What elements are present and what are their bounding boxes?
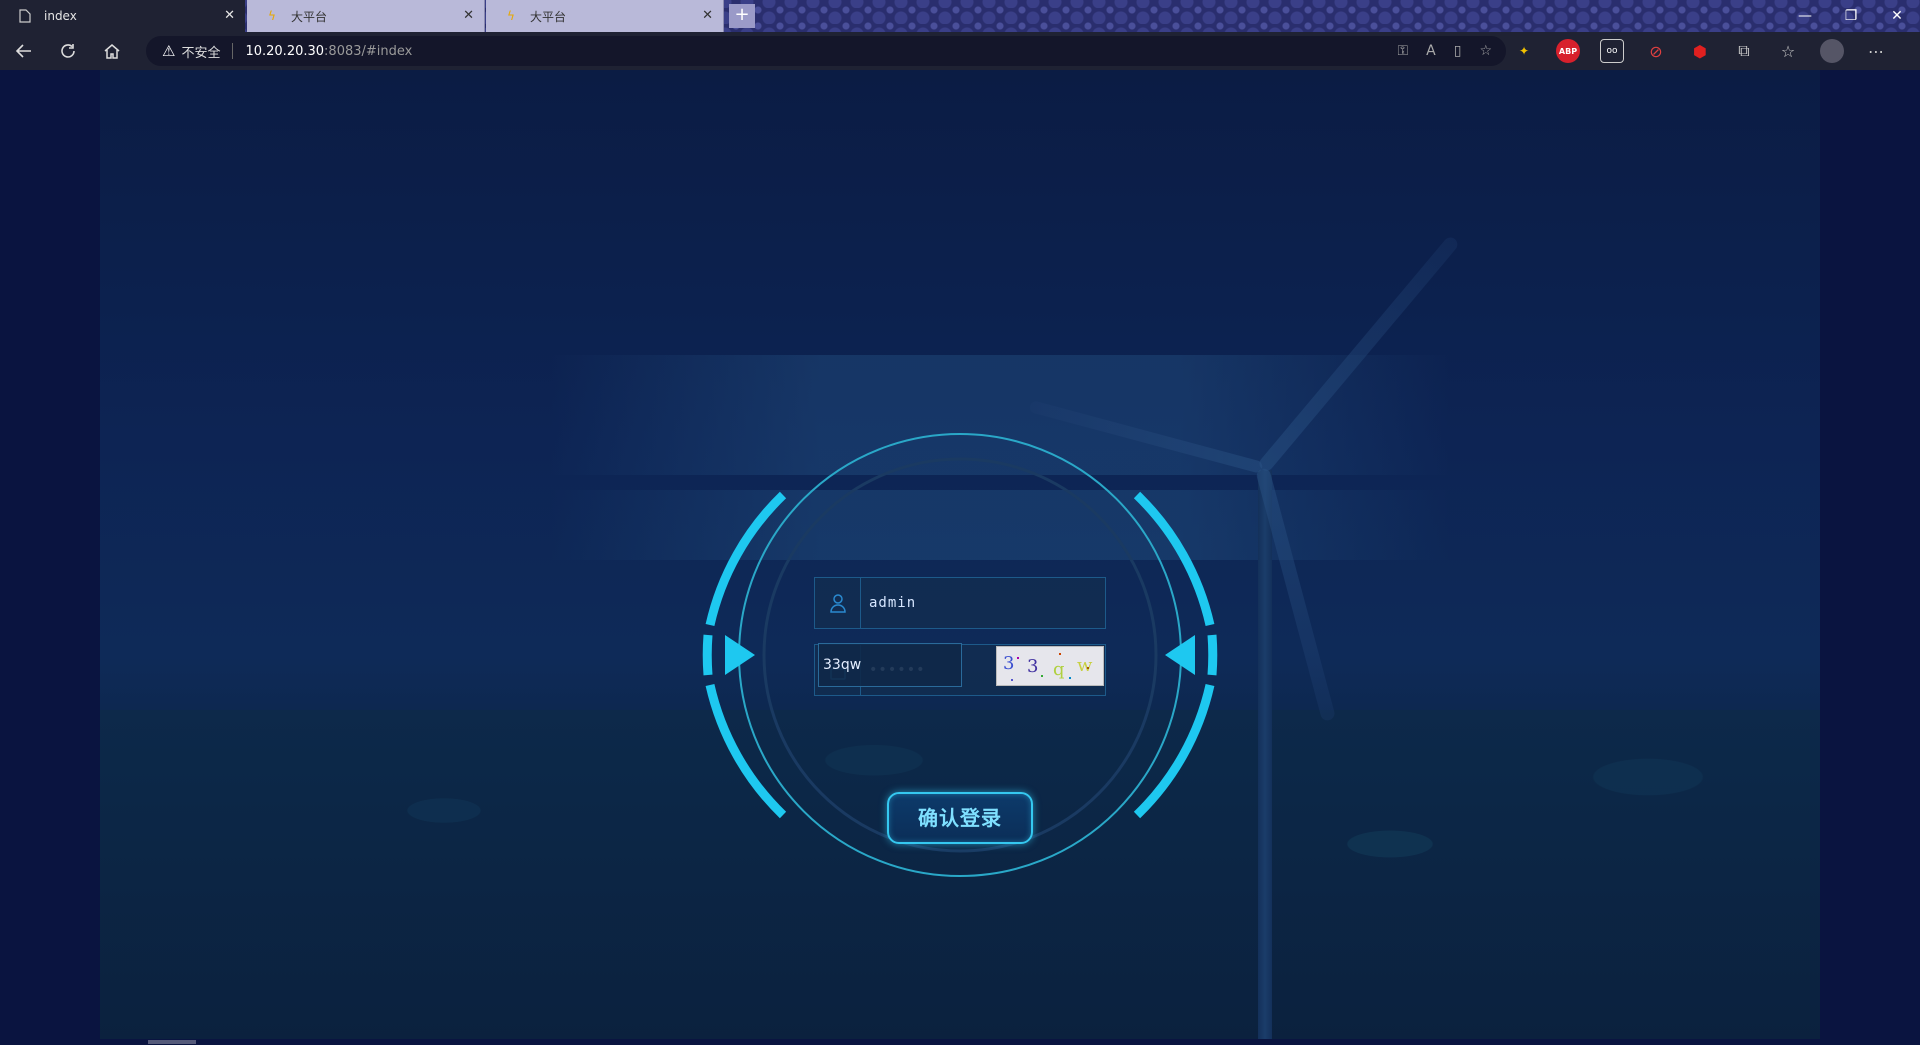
close-icon[interactable]: ✕	[463, 8, 474, 23]
url-path: :8083/#index	[324, 43, 413, 59]
tab-title: 大平台	[291, 9, 328, 24]
tab-index[interactable]: index ✕	[0, 0, 245, 32]
url-host: 10.20.20.30	[245, 43, 325, 59]
extension-block-icon[interactable]: ⊘	[1644, 39, 1668, 63]
scrollbar-thumb[interactable]	[148, 1040, 196, 1044]
captcha-char: 3	[1027, 656, 1039, 677]
back-icon[interactable]	[4, 35, 44, 67]
adblock-icon[interactable]: ABP	[1556, 39, 1580, 63]
restore-icon[interactable]: ❐	[1828, 0, 1874, 32]
user-icon	[815, 578, 861, 628]
home-icon[interactable]	[92, 35, 132, 67]
key-icon[interactable]: ⚿	[1397, 43, 1408, 59]
login-page: 3 3 q w 确认登录	[0, 70, 1920, 1045]
more-menu-icon[interactable]: ⋯	[1864, 39, 1888, 63]
close-icon[interactable]: ✕	[702, 8, 713, 23]
new-tab-button[interactable]: +	[729, 4, 755, 28]
captcha-input[interactable]	[818, 643, 962, 687]
extension-box-icon[interactable]: oo	[1600, 39, 1624, 63]
tab-platform-1[interactable]: ϟ 大平台 ✕	[247, 0, 485, 32]
reader-view-icon[interactable]: ▯	[1454, 43, 1462, 59]
favorites-icon[interactable]: ☆	[1776, 39, 1800, 63]
read-aloud-icon[interactable]: A	[1426, 43, 1436, 59]
window-controls: — ❐ ✕	[1782, 0, 1920, 32]
tab-title: 大平台	[530, 9, 567, 24]
login-button[interactable]: 确认登录	[887, 792, 1033, 844]
captcha-image[interactable]: 3 3 q w	[996, 646, 1104, 686]
login-panel: 3 3 q w 确认登录	[680, 395, 1240, 915]
tab-title: index	[44, 9, 77, 23]
address-bar-actions: ⚿ A ▯ ☆	[1397, 36, 1492, 66]
tab-platform-2[interactable]: ϟ 大平台 ✕	[486, 0, 724, 32]
close-icon[interactable]: ✕	[224, 8, 235, 23]
captcha-char: 3	[1003, 653, 1015, 674]
profile-avatar[interactable]	[1820, 39, 1844, 63]
extension-cube-icon[interactable]: ⬢	[1688, 39, 1712, 63]
captcha-char: q	[1053, 659, 1065, 680]
security-label[interactable]: 不安全	[181, 42, 220, 61]
username-field[interactable]	[814, 577, 1106, 629]
page-icon	[18, 9, 32, 23]
browser-tab-bar: index ✕ ϟ 大平台 ✕ ϟ 大平台 ✕ + — ❐ ✕	[0, 0, 1920, 32]
wind-turbine	[1258, 470, 1272, 1045]
lightning-icon: ϟ	[507, 9, 515, 23]
username-input[interactable]	[861, 595, 1105, 611]
horizontal-scrollbar[interactable]	[0, 1039, 1920, 1045]
address-bar[interactable]: ⚠ 不安全 10.20.20.30 :8083/#index ⚿ A ▯ ☆	[146, 36, 1506, 66]
browser-toolbar: ⚠ 不安全 10.20.20.30 :8083/#index ⚿ A ▯ ☆ ✦…	[0, 32, 1920, 70]
warning-icon[interactable]: ⚠	[162, 42, 175, 60]
lightning-icon: ϟ	[268, 9, 276, 23]
minimize-icon[interactable]: —	[1782, 0, 1828, 32]
refresh-icon[interactable]	[48, 35, 88, 67]
captcha-char: w	[1077, 655, 1093, 676]
close-window-icon[interactable]: ✕	[1874, 0, 1920, 32]
extension-pin-icon[interactable]: ✦	[1512, 39, 1536, 63]
extensions-puzzle-icon[interactable]: ⧉	[1732, 39, 1756, 63]
add-favorite-icon[interactable]: ☆	[1479, 43, 1492, 59]
divider	[232, 43, 234, 59]
extensions-bar: ✦ ABP oo ⊘ ⬢ ⧉ ☆ ⋯	[1512, 32, 1888, 70]
